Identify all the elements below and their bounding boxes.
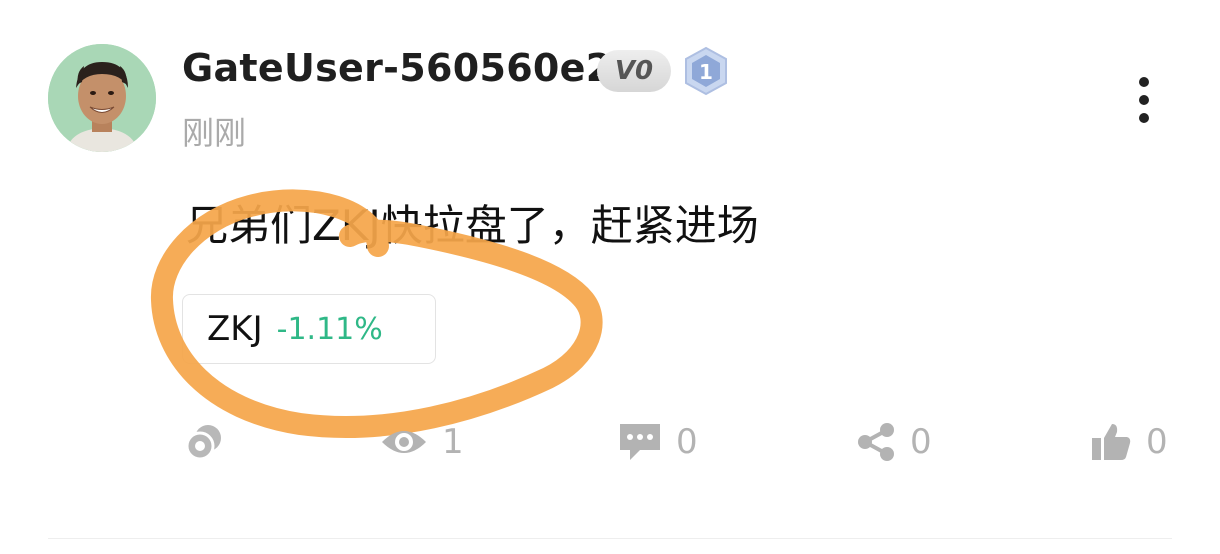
level-badge-number: 1 (699, 60, 713, 84)
post-timestamp: 刚刚 (182, 114, 247, 152)
vip-badge: V0 (597, 50, 671, 92)
username[interactable]: GateUser-560560e2 (182, 46, 613, 90)
ticker-chip[interactable]: ZKJ -1.11% (182, 294, 436, 364)
comments-count: 0 (676, 422, 698, 462)
comment-icon (620, 424, 660, 460)
shares-count: 0 (910, 422, 932, 462)
share-icon (858, 423, 894, 461)
share-button[interactable]: 0 (856, 420, 932, 464)
avatar-image (48, 44, 156, 152)
ticker-change: -1.11% (276, 311, 383, 347)
tip-button[interactable] (184, 420, 224, 464)
comments-button[interactable]: 0 (618, 420, 698, 464)
coins-icon (185, 425, 221, 461)
eye-icon (382, 431, 426, 453)
ticker-symbol: ZKJ (207, 309, 263, 349)
more-options-icon[interactable] (1134, 74, 1154, 128)
level-badge-icon: 1 (682, 46, 730, 96)
avatar[interactable] (48, 44, 156, 152)
post-content: 兄弟们ZKJ快拉盘了，赶紧进场 (186, 201, 759, 250)
views-count: 1 (442, 422, 464, 462)
like-button[interactable]: 0 (1090, 420, 1168, 464)
divider (48, 538, 1172, 539)
likes-count: 0 (1146, 422, 1168, 462)
views-stat: 1 (380, 420, 464, 464)
thumbs-up-icon (1092, 424, 1131, 460)
